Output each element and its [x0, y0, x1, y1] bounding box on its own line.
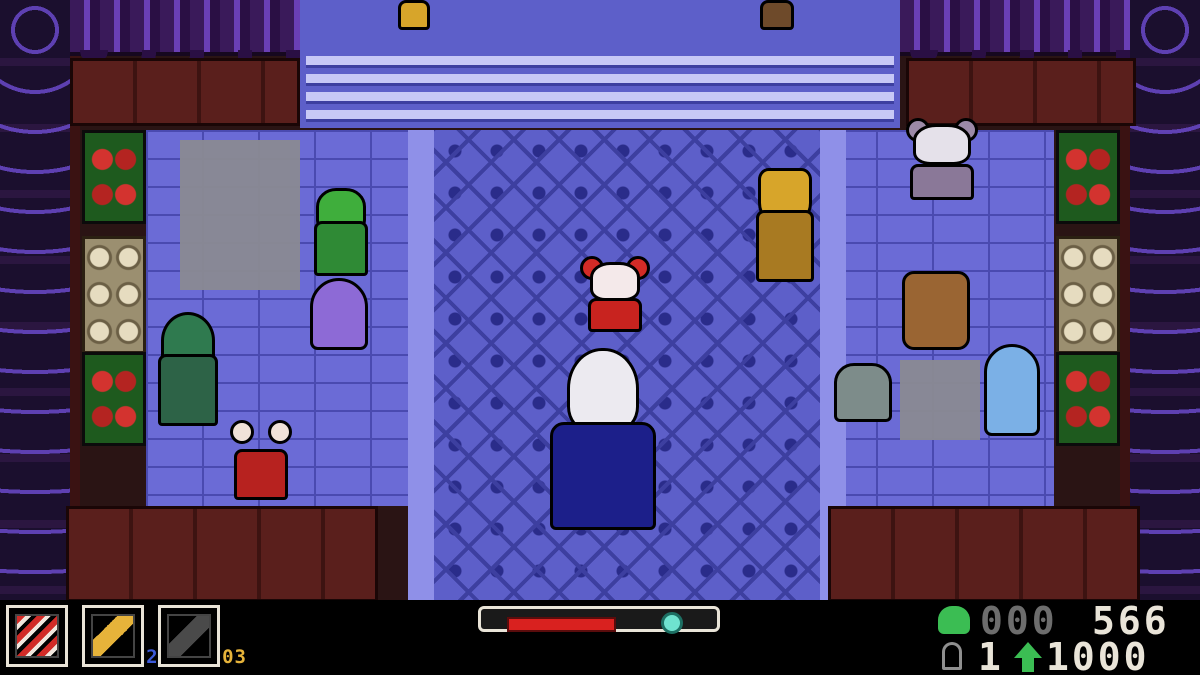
- stair-step: [306, 56, 894, 68]
- health-fill: [507, 617, 616, 632]
- item-slot-3[interactable]: 03: [158, 605, 246, 668]
- purple-blob-npc[interactable]: [302, 270, 376, 354]
- rose-planter: [1056, 130, 1120, 224]
- item-slot-2[interactable]: 20: [82, 605, 170, 668]
- fox-guard-npc[interactable]: [748, 168, 822, 286]
- stair-step: [306, 110, 894, 122]
- dark-bottle-icon: [167, 614, 211, 658]
- worn-floor-patch: [900, 360, 980, 440]
- brown-bear-npc[interactable]: [894, 266, 978, 354]
- right-drape: [900, 0, 1130, 62]
- blue-spirit-npc[interactable]: [976, 340, 1048, 440]
- mouse-maid-npc[interactable]: [902, 118, 982, 204]
- left-upper-panel: [70, 58, 300, 126]
- elder-ghost-player[interactable]: [538, 348, 668, 534]
- next-goal-value: 1000: [1046, 635, 1150, 675]
- item-slot-3-count: 03: [222, 646, 247, 668]
- red-wand-icon: [15, 614, 59, 658]
- distant-npc: [752, 0, 802, 34]
- health-gem-icon: [661, 612, 683, 634]
- left-curtain: [0, 0, 70, 600]
- dish-shelf: [82, 236, 146, 354]
- skull-icon: [938, 606, 970, 634]
- hud-bar: 20 03 000 566 1 1000: [0, 600, 1200, 675]
- stair-step: [306, 74, 894, 86]
- small-key-icon: [942, 642, 962, 670]
- rose-planter: [1056, 352, 1120, 446]
- gold-key-icon: [91, 614, 135, 658]
- throne-hall: [0, 0, 1200, 600]
- item-slot-1[interactable]: [6, 605, 68, 667]
- right-upper-panel: [906, 58, 1136, 126]
- rose-planter: [82, 130, 146, 224]
- green-goblin-npc[interactable]: [306, 188, 376, 280]
- green-witch-npc[interactable]: [150, 312, 226, 430]
- rose-planter: [82, 352, 146, 446]
- stair-step: [306, 92, 894, 104]
- game-screen: 20 03 000 566 1 1000: [0, 0, 1200, 675]
- left-drape: [70, 0, 300, 62]
- red-critter-npc[interactable]: [226, 420, 296, 504]
- worn-floor-patch: [180, 140, 300, 290]
- keys-count: 1: [978, 635, 1004, 675]
- gray-frog-npc[interactable]: [826, 356, 900, 426]
- left-lower-panel: [66, 506, 378, 600]
- right-curtain: [1130, 0, 1200, 600]
- distant-npc: [390, 0, 438, 34]
- dish-shelf: [1056, 236, 1120, 354]
- red-mouse-npc[interactable]: [580, 256, 650, 336]
- up-arrow-stem: [1022, 656, 1034, 672]
- right-lower-panel: [828, 506, 1140, 600]
- health-bar: [478, 606, 720, 634]
